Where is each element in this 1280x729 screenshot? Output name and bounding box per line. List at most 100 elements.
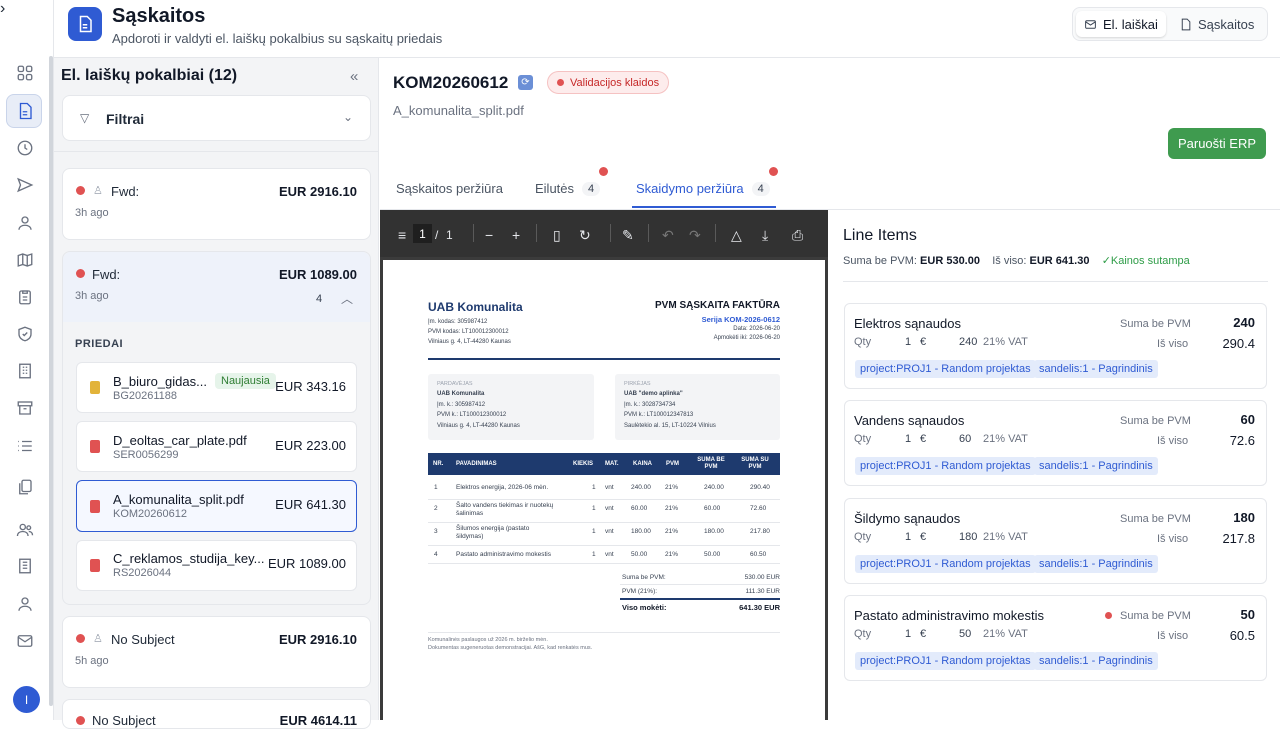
- email-card-header[interactable]: [63, 252, 370, 322]
- users-icon[interactable]: [14, 519, 36, 541]
- prepare-erp-button[interactable]: Paruošti ERP: [1168, 128, 1266, 159]
- line-item-name: Elektros sąnaudos: [854, 316, 961, 331]
- pdf-doc-type: PVM SĄSKAITA FAKTŪRA: [655, 300, 780, 311]
- fit-page-icon[interactable]: ▯: [553, 227, 561, 244]
- warehouse-tag[interactable]: sandelis:1 - Pagrindinis: [1034, 457, 1158, 475]
- tab-invoice-review[interactable]: Sąskaitos peržiūra: [396, 181, 503, 196]
- list-icon[interactable]: [14, 435, 36, 457]
- tab-split-review[interactable]: Skaidymo peržiūra 4: [636, 181, 770, 196]
- person-icon: ♙: [93, 633, 103, 645]
- chevron-up-icon[interactable]: ︿: [341, 290, 353, 307]
- sync-icon[interactable]: ⟳: [518, 75, 533, 90]
- gross-column-label: Iš viso: [1157, 630, 1189, 642]
- warehouse-tag[interactable]: sandelis:1 - Pagrindinis: [1034, 652, 1158, 670]
- user-icon[interactable]: [14, 212, 36, 234]
- app-logo-icon: [68, 7, 102, 41]
- clipboard-icon[interactable]: [14, 286, 36, 308]
- line-item-price: 180: [959, 531, 978, 543]
- pdf-buyer-box-name: UAB "demo aplinka": [624, 391, 683, 397]
- attachment-code: SER0056299: [113, 449, 179, 461]
- pdf-seller-vat: PVM kodas: LT100012300012: [428, 329, 509, 335]
- pdf-footer-rule: [428, 632, 780, 633]
- pdf-icon: [90, 559, 100, 572]
- invoice-icon[interactable]: [14, 100, 36, 122]
- draw-icon[interactable]: ✎: [622, 227, 634, 244]
- pdf-col-gross: SUMA SU PVM: [741, 457, 769, 470]
- email-card[interactable]: [62, 168, 371, 240]
- annotate-icon[interactable]: △: [731, 227, 742, 244]
- dashboard-icon[interactable]: [14, 62, 36, 84]
- project-tag[interactable]: project:PROJ1 - Random projektas: [855, 457, 1036, 475]
- emails-view-button[interactable]: El. laiškai: [1076, 11, 1166, 37]
- rotate-icon[interactable]: ↻: [579, 227, 591, 244]
- newest-badge: Naujausia: [215, 373, 276, 389]
- currency-symbol: €: [920, 531, 927, 543]
- project-tag[interactable]: project:PROJ1 - Random projektas: [855, 360, 1036, 378]
- document-title: KOM20260612: [393, 73, 509, 92]
- redo-icon[interactable]: ↷: [689, 227, 701, 244]
- shield-icon[interactable]: [14, 323, 36, 345]
- line-item-vat: 21% VAT: [983, 433, 1028, 445]
- email-amount: EUR 4614.11: [279, 713, 357, 728]
- project-tag[interactable]: project:PROJ1 - Random projektas: [855, 652, 1036, 670]
- attachment-name: B_biuro_gidas...: [113, 374, 207, 389]
- undo-icon[interactable]: ↶: [662, 227, 674, 244]
- pdf-seller-box-label: PARDAVĖJAS: [437, 381, 473, 387]
- pdf-date: Data: 2026-06-20: [733, 326, 780, 332]
- line-item-price: 50: [959, 628, 972, 640]
- pdf-cell: 180.00: [704, 528, 724, 535]
- building-icon[interactable]: [14, 360, 36, 382]
- pdf-cell: vnt: [605, 528, 614, 535]
- net-value: EUR 530.00: [920, 255, 980, 267]
- clock-icon[interactable]: [14, 137, 36, 159]
- pdf-row-divider: [428, 545, 780, 546]
- archive-icon[interactable]: [14, 397, 36, 419]
- net-label: Suma be PVM:: [843, 255, 917, 267]
- zoom-out-icon[interactable]: −: [485, 227, 493, 243]
- attachment-name: A_komunalita_split.pdf: [113, 492, 244, 507]
- documents-icon[interactable]: [14, 476, 36, 498]
- warehouse-tag[interactable]: sandelis:1 - Pagrindinis: [1034, 555, 1158, 573]
- project-tag[interactable]: project:PROJ1 - Random projektas: [855, 555, 1036, 573]
- map-icon[interactable]: [14, 249, 36, 271]
- tab-lines[interactable]: Eilutės 4: [535, 181, 601, 196]
- email-card[interactable]: [62, 616, 371, 688]
- mail-icon[interactable]: [14, 630, 36, 652]
- pdf-cell: 217.80: [750, 528, 770, 535]
- attachment-code: RS2026044: [113, 567, 172, 579]
- pdf-cell: Šilumos energija (pastato šildymas): [456, 525, 530, 540]
- profile-icon[interactable]: [14, 593, 36, 615]
- validation-status-badge[interactable]: Validacijos klaidos: [547, 71, 670, 94]
- office-icon[interactable]: [14, 555, 36, 577]
- page-number-input[interactable]: 1: [413, 224, 432, 243]
- pdf-seller-box-vat: PVM k.: LT100012300012: [437, 412, 507, 418]
- pdf-seller-address: Vilniaus g. 4, LT-44280 Kaunas: [428, 339, 511, 345]
- send-icon[interactable]: [14, 174, 36, 196]
- email-list-title: El. laiškų pokalbiai (12): [61, 67, 238, 84]
- warehouse-tag[interactable]: sandelis:1 - Pagrindinis: [1034, 360, 1158, 378]
- tab-error-dot: [769, 167, 778, 176]
- pdf-cell: 240.00: [704, 484, 724, 491]
- pdf-col-price: KAINA: [633, 461, 652, 467]
- page-separator: /: [435, 228, 439, 242]
- pdf-note-1: Komunalinės paslaugos už 2026 m. birželi…: [428, 637, 548, 643]
- pdf-buyer-box-label: PIRKĖJAS: [624, 381, 651, 387]
- currency-symbol: €: [920, 628, 927, 640]
- unread-dot: [76, 716, 85, 725]
- download-icon[interactable]: ⤓: [762, 227, 768, 244]
- attachment-amount: EUR 641.30: [275, 497, 346, 512]
- zoom-in-icon[interactable]: +: [512, 227, 520, 243]
- rail-scrollbar[interactable]: [49, 56, 53, 706]
- print-icon[interactable]: ⎙: [792, 227, 803, 244]
- attachment-count: 4: [316, 293, 323, 305]
- email-sender: No Subject: [92, 713, 156, 728]
- invoices-view-button[interactable]: Sąskaitos: [1171, 11, 1262, 37]
- line-item-vat: 21% VAT: [983, 628, 1028, 640]
- chevron-down-icon[interactable]: ⌄: [343, 110, 353, 124]
- menu-icon[interactable]: ≡: [398, 227, 406, 243]
- collapse-panel-icon[interactable]: «: [350, 68, 358, 85]
- avatar[interactable]: I: [13, 686, 40, 713]
- gross-value: EUR 641.30: [1029, 255, 1090, 267]
- pdf-row-divider: [428, 563, 780, 564]
- line-item-vat: 21% VAT: [983, 531, 1028, 543]
